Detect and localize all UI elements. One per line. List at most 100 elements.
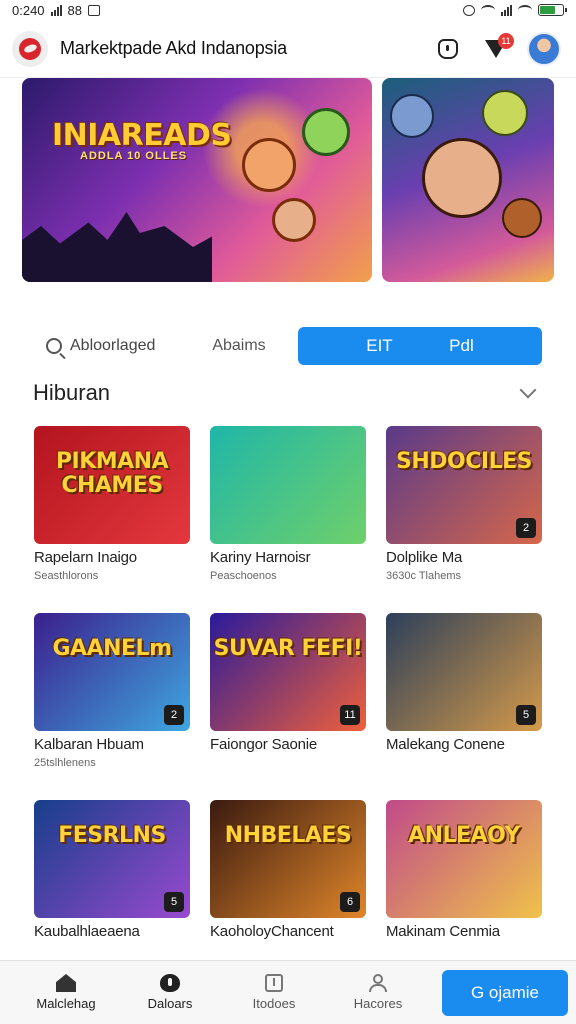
game-title: Malekang Conene	[386, 736, 505, 753]
banner-trophy	[502, 198, 542, 238]
wifi-icon	[481, 5, 495, 15]
game-thumbnail: NHBELAES 6	[210, 800, 366, 918]
notifications-button[interactable]	[428, 29, 468, 69]
game-title: Makinam Cenmia	[386, 923, 500, 940]
corner-badge: 5	[516, 705, 536, 725]
corner-badge: 6	[340, 892, 360, 912]
game-subtitle: 25tslhlenens	[34, 757, 96, 769]
game-grid: PIKMANA CHAMES Rapelarn Inaigo Seasthlor…	[34, 426, 542, 987]
corner-badge: 2	[164, 705, 184, 725]
game-art-text: SUVAR FEFI!	[213, 636, 363, 661]
banner-character	[242, 138, 296, 192]
notification-icon	[88, 4, 101, 16]
nav-item-favorites[interactable]: Daloars	[118, 974, 222, 1011]
game-card[interactable]: NHBELAES 6 KaoholoyChancent	[210, 800, 366, 987]
game-art-text: FESRLNS	[58, 823, 166, 848]
game-art-text: SHDOCILES	[396, 449, 532, 474]
game-card[interactable]: PIKMANA CHAMES Rapelarn Inaigo Seasthlor…	[34, 426, 190, 613]
corner-badge: 5	[164, 892, 184, 912]
search-tab[interactable]: Abloorlaged	[30, 326, 180, 366]
signal-icon	[50, 4, 62, 16]
box-icon	[265, 974, 283, 992]
nav-label: Malclehag	[36, 996, 96, 1011]
game-thumbnail: PIKMANA CHAMES	[34, 426, 190, 544]
game-thumbnail	[210, 426, 366, 544]
alarm-icon	[463, 4, 475, 16]
nav-label: Hacores	[353, 996, 403, 1011]
game-card[interactable]: Kariny Harnoisr Peaschoenos	[210, 426, 366, 613]
banner-secondary[interactable]	[382, 78, 554, 282]
status-time: 0:240	[12, 2, 45, 18]
app-header: Markektpade Akd Indanopsia 11	[0, 20, 576, 78]
game-title: Kalbaran Hbuam	[34, 736, 144, 753]
section-title: Hiburan	[33, 380, 111, 405]
avatar	[527, 31, 561, 66]
game-card[interactable]: FESRLNS 5 Kaubalhlaeaena	[34, 800, 190, 987]
game-thumbnail: GAANELm 2	[34, 613, 190, 731]
game-subtitle: Seasthlorons	[34, 570, 99, 582]
logo-icon	[19, 37, 41, 60]
tab-active[interactable]: EIT Pdl	[298, 327, 542, 365]
game-card[interactable]: SUVAR FEFI! 11 Faiongor Saonie	[210, 613, 366, 800]
game-title: Kariny Harnoisr	[210, 549, 311, 566]
banner-title: INIAREADS	[52, 118, 232, 153]
app-title: Markektpade Akd Indanopsia	[60, 38, 287, 58]
game-title: Rapelarn Inaigo	[34, 549, 137, 566]
game-card[interactable]: 5 Malekang Conene	[386, 613, 542, 800]
game-subtitle: 3630c Tlahems	[386, 570, 462, 582]
chevron-down-icon[interactable]	[519, 381, 537, 399]
search-tab-label: Abloorlaged	[70, 337, 156, 354]
filter-tabs: Abloorlaged Abaims EIT Pdl	[30, 326, 544, 366]
game-subtitle: Peaschoenos	[210, 570, 277, 582]
banner-character	[302, 108, 350, 156]
banner-crowd-silhouette	[22, 212, 212, 282]
heart-icon	[160, 974, 180, 992]
banner-main[interactable]: INIAREADS ADDLA 10 OLLES	[22, 78, 372, 282]
profile-button[interactable]	[524, 29, 564, 69]
nav-item-profile[interactable]: Hacores	[326, 974, 430, 1011]
tab-secondary[interactable]: Abaims	[180, 337, 298, 355]
game-thumbnail: FESRLNS 5	[34, 800, 190, 918]
status-right	[463, 4, 567, 16]
game-title: Dolplike Ma	[386, 549, 463, 566]
game-art-text: ANLEAOY	[408, 823, 520, 848]
nav-item-home[interactable]: Malclehag	[14, 974, 118, 1011]
game-title: Kaubalhlaeaena	[34, 923, 140, 940]
game-thumbnail: 5	[386, 613, 542, 731]
banner-character	[482, 90, 528, 136]
wifi-secondary-icon	[518, 5, 532, 15]
game-thumbnail: SUVAR FEFI! 11	[210, 613, 366, 731]
game-card[interactable]: SHDOCILES 2 Dolplike Ma 3630c Tlahems	[386, 426, 542, 613]
game-art-text: NHBELAES	[224, 823, 352, 848]
nav-label: Itodoes	[252, 996, 296, 1011]
nav-item-modes[interactable]: Itodoes	[222, 974, 326, 1011]
banner-character	[390, 94, 434, 138]
game-title: Faiongor Saonie	[210, 736, 318, 753]
game-card[interactable]: ANLEAOY Makinam Cenmia	[386, 800, 542, 987]
user-icon	[368, 974, 388, 992]
carrier-label: 88	[67, 2, 83, 18]
corner-badge: 11	[340, 705, 360, 725]
game-art-text: PIKMANA CHAMES	[55, 449, 169, 498]
game-card[interactable]: GAANELm 2 Kalbaran Hbuam 25tslhlenens	[34, 613, 190, 800]
app-logo[interactable]	[12, 30, 48, 67]
corner-badge: 2	[516, 518, 536, 538]
game-art-text: GAANELm	[52, 636, 173, 661]
search-icon	[46, 338, 62, 354]
bell-icon	[438, 38, 458, 59]
cta-button[interactable]: G ojamie	[442, 969, 568, 1016]
nav-label: Daloars	[147, 996, 193, 1011]
filter-badge: 11	[498, 32, 514, 49]
game-title: KaoholoyChancent	[210, 923, 334, 940]
banner-carousel: INIAREADS ADDLA 10 OLLES	[22, 78, 554, 282]
status-left: 0:240 88	[12, 2, 101, 18]
banner-subtitle: ADDLA 10 OLLES	[80, 150, 188, 162]
banner-character	[422, 138, 502, 218]
bottom-nav: Malclehag Daloars Itodoes Hacores G ojam…	[0, 960, 576, 1024]
banner-character	[272, 198, 316, 242]
home-icon	[56, 974, 76, 992]
tab-active-left-label: EIT	[366, 336, 393, 355]
filter-button[interactable]: 11	[476, 29, 516, 69]
battery-icon	[538, 4, 567, 16]
tab-active-right-label: Pdl	[449, 336, 474, 355]
